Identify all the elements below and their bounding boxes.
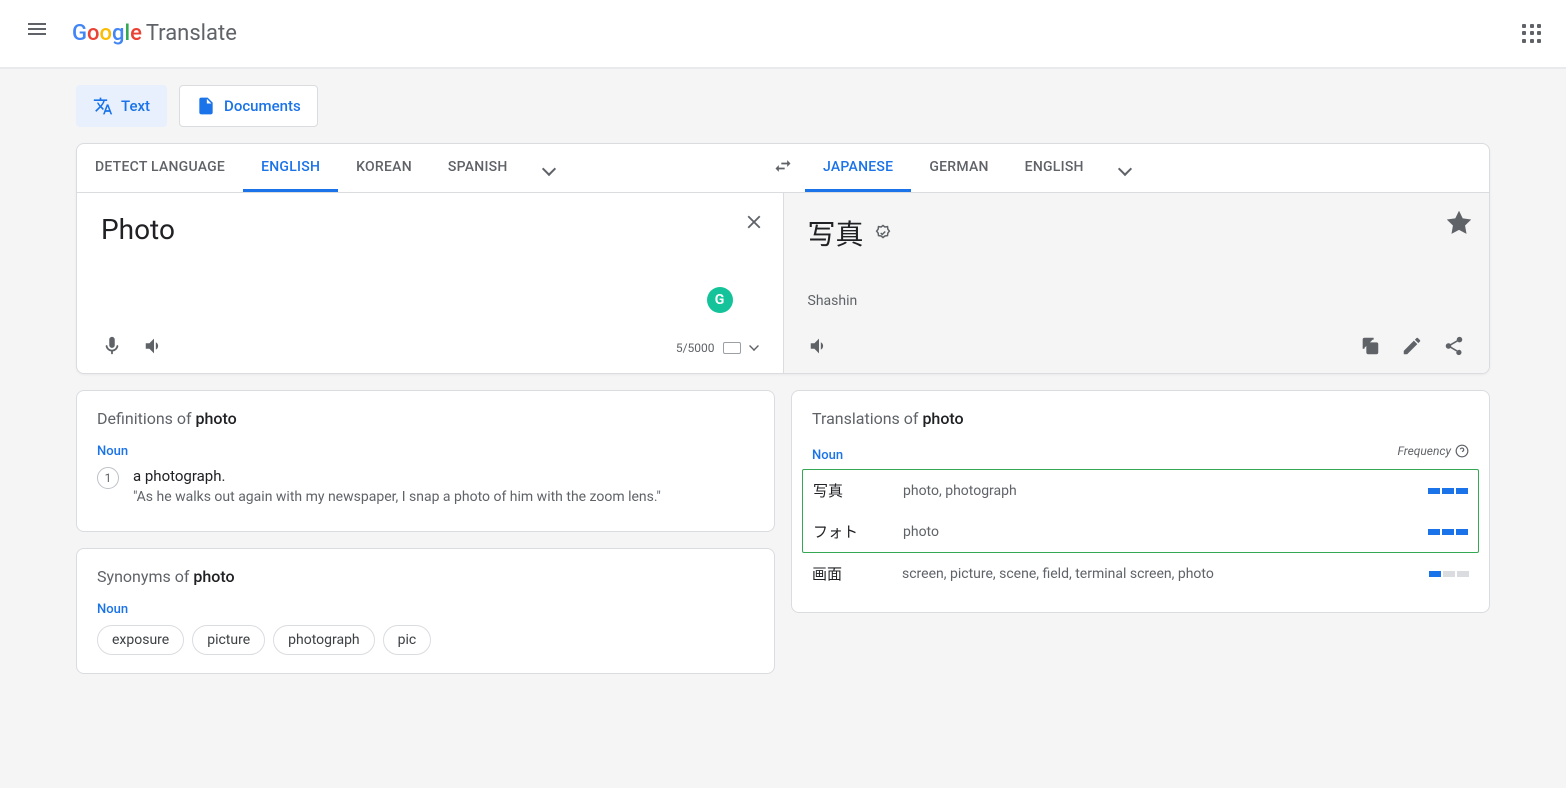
star-icon [1447, 211, 1471, 235]
frequency-bar [1428, 488, 1468, 494]
save-translation-button[interactable] [1447, 211, 1471, 239]
synonym-list: exposure picture photograph pic [97, 625, 754, 655]
swap-languages-button[interactable] [761, 144, 805, 192]
speaker-icon [808, 335, 830, 357]
share-icon [1443, 335, 1465, 357]
clear-input-button[interactable] [743, 211, 765, 237]
microphone-icon [101, 335, 123, 357]
mode-tabs: Text Documents [76, 85, 1490, 127]
translate-icon [93, 96, 113, 116]
translation-panes: Photo G 5/5000 [77, 193, 1489, 373]
target-english-tab[interactable]: ENGLISH [1007, 145, 1102, 192]
speaker-icon [143, 335, 165, 357]
translate-logo-text: Translate [146, 21, 237, 46]
translation-word: フォト [813, 521, 903, 542]
text-mode-label: Text [121, 97, 150, 115]
translation-output: 写真 [808, 213, 864, 253]
target-language-side: JAPANESE GERMAN ENGLISH [805, 144, 1489, 192]
google-translate-logo[interactable]: Google Translate [72, 21, 237, 46]
translation-row[interactable]: 写真 photo, photograph [813, 470, 1468, 511]
verified-icon [874, 224, 892, 242]
translation-box: DETECT LANGUAGE ENGLISH KOREAN SPANISH J… [76, 143, 1490, 374]
translations-title: Translations of photo [812, 409, 1469, 428]
translation-word: 画面 [812, 563, 902, 584]
main-menu-button[interactable] [16, 8, 64, 59]
frequency-bar [1428, 529, 1468, 535]
source-pane: Photo G 5/5000 [77, 193, 783, 373]
pencil-icon [1401, 335, 1423, 357]
app-header: Google Translate [0, 0, 1566, 68]
target-german-tab[interactable]: GERMAN [911, 145, 1006, 192]
documents-mode-tab[interactable]: Documents [179, 85, 318, 127]
translation-meanings: photo, photograph [903, 483, 1428, 499]
translation-meanings: screen, picture, scene, field, terminal … [902, 566, 1429, 582]
definition-example: "As he walks out again with my newspaper… [133, 489, 661, 505]
source-language-dropdown[interactable] [526, 145, 572, 192]
edit-translation-button[interactable] [1401, 335, 1423, 361]
main-content: Text Documents DETECT LANGUAGE ENGLISH K… [0, 68, 1566, 788]
info-panels: Definitions of photo Noun 1 a photograph… [76, 390, 1490, 674]
translations-panel: Translations of photo Noun Frequency 写真 … [791, 390, 1490, 613]
definitions-panel: Definitions of photo Noun 1 a photograph… [76, 390, 775, 532]
synonym-chip[interactable]: exposure [97, 625, 184, 655]
synonym-chip[interactable]: pic [383, 625, 432, 655]
synonyms-title: Synonyms of photo [97, 567, 754, 586]
synonyms-panel: Synonyms of photo Noun exposure picture ph… [76, 548, 775, 674]
source-language-side: DETECT LANGUAGE ENGLISH KOREAN SPANISH [77, 144, 761, 192]
document-icon [196, 96, 216, 116]
romanization: Shashin [808, 293, 1466, 309]
keyboard-toggle[interactable] [723, 342, 741, 354]
target-pane: 写真 Shashin [784, 193, 1490, 373]
synonyms-pos: Noun [97, 602, 754, 617]
listen-target-button[interactable] [808, 335, 830, 361]
detect-language-tab[interactable]: DETECT LANGUAGE [77, 145, 243, 192]
definitions-title: Definitions of photo [97, 409, 754, 428]
frequency-label: Frequency [1397, 444, 1469, 458]
text-mode-tab[interactable]: Text [76, 85, 167, 127]
target-pane-footer [808, 335, 1466, 361]
definition-number: 1 [97, 467, 119, 489]
definition-text: a photograph. [133, 467, 661, 485]
share-translation-button[interactable] [1443, 335, 1465, 361]
source-korean-tab[interactable]: KOREAN [338, 145, 430, 192]
frequency-bar [1429, 571, 1469, 577]
translation-row[interactable]: フォト photo [813, 511, 1468, 552]
documents-mode-label: Documents [224, 97, 301, 115]
target-language-dropdown[interactable] [1102, 145, 1148, 192]
swap-icon [773, 156, 793, 176]
synonym-chip[interactable]: picture [192, 625, 265, 655]
synonym-chip[interactable]: photograph [273, 625, 375, 655]
google-apps-button[interactable] [1514, 16, 1550, 52]
grammarly-icon[interactable]: G [707, 287, 733, 313]
listen-source-button[interactable] [143, 335, 165, 361]
char-count-text: 5/5000 [676, 341, 715, 355]
chevron-down-icon [542, 161, 556, 175]
hamburger-icon [28, 23, 52, 47]
definitions-pos: Noun [97, 444, 754, 459]
copy-icon [1359, 335, 1381, 357]
chevron-down-icon [1118, 161, 1132, 175]
language-bar: DETECT LANGUAGE ENGLISH KOREAN SPANISH J… [77, 144, 1489, 193]
copy-translation-button[interactable] [1359, 335, 1381, 361]
translation-word: 写真 [813, 480, 903, 501]
close-icon [743, 211, 765, 233]
source-text-input[interactable]: Photo [101, 213, 759, 335]
help-icon[interactable] [1455, 444, 1469, 458]
translation-row[interactable]: 画面 screen, picture, scene, field, termin… [812, 553, 1469, 594]
target-japanese-tab[interactable]: JAPANESE [805, 145, 911, 192]
voice-input-button[interactable] [101, 335, 123, 361]
char-count: 5/5000 [676, 341, 759, 355]
translations-pos: Noun [812, 448, 843, 463]
apps-grid-icon [1522, 24, 1542, 44]
chevron-down-icon [749, 341, 759, 351]
source-english-tab[interactable]: ENGLISH [243, 145, 338, 192]
source-pane-footer: 5/5000 [101, 335, 759, 361]
source-spanish-tab[interactable]: SPANISH [430, 145, 526, 192]
definition-item: 1 a photograph. "As he walks out again w… [97, 467, 754, 505]
translation-meanings: photo [903, 524, 1428, 540]
google-logo-text: Google [72, 21, 142, 46]
